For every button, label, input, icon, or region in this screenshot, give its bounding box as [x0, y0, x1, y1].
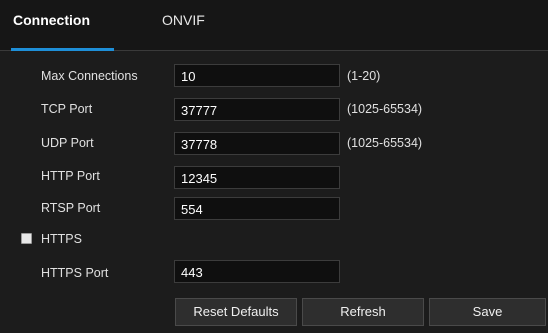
max-connections-input[interactable] — [174, 64, 340, 87]
max-connections-range-hint: (1-20) — [347, 69, 381, 83]
udp-port-label: UDP Port — [41, 136, 94, 150]
tab-connection[interactable]: Connection — [13, 0, 117, 50]
https-checkbox[interactable] — [21, 233, 32, 244]
https-port-input[interactable] — [174, 260, 340, 283]
tcp-port-range-hint: (1025-65534) — [347, 102, 423, 116]
rtsp-port-input[interactable] — [174, 197, 340, 220]
tab-onvif[interactable]: ONVIF — [162, 0, 205, 50]
reset-defaults-button[interactable]: Reset Defaults — [175, 298, 297, 326]
http-port-input[interactable] — [174, 166, 340, 189]
http-port-label: HTTP Port — [41, 169, 100, 183]
connection-settings-panel — [0, 51, 548, 333]
https-port-label: HTTPS Port — [41, 266, 109, 280]
udp-port-input[interactable] — [174, 132, 340, 155]
tab-bar: Connection ONVIF — [0, 0, 548, 51]
max-connections-label: Max Connections — [41, 69, 138, 83]
refresh-button[interactable]: Refresh — [302, 298, 424, 326]
udp-port-range-hint: (1025-65534) — [347, 136, 423, 150]
save-button[interactable]: Save — [429, 298, 546, 326]
https-label: HTTPS — [41, 232, 82, 246]
tcp-port-input[interactable] — [174, 98, 340, 121]
rtsp-port-label: RTSP Port — [41, 201, 101, 215]
tcp-port-label: TCP Port — [41, 102, 93, 116]
